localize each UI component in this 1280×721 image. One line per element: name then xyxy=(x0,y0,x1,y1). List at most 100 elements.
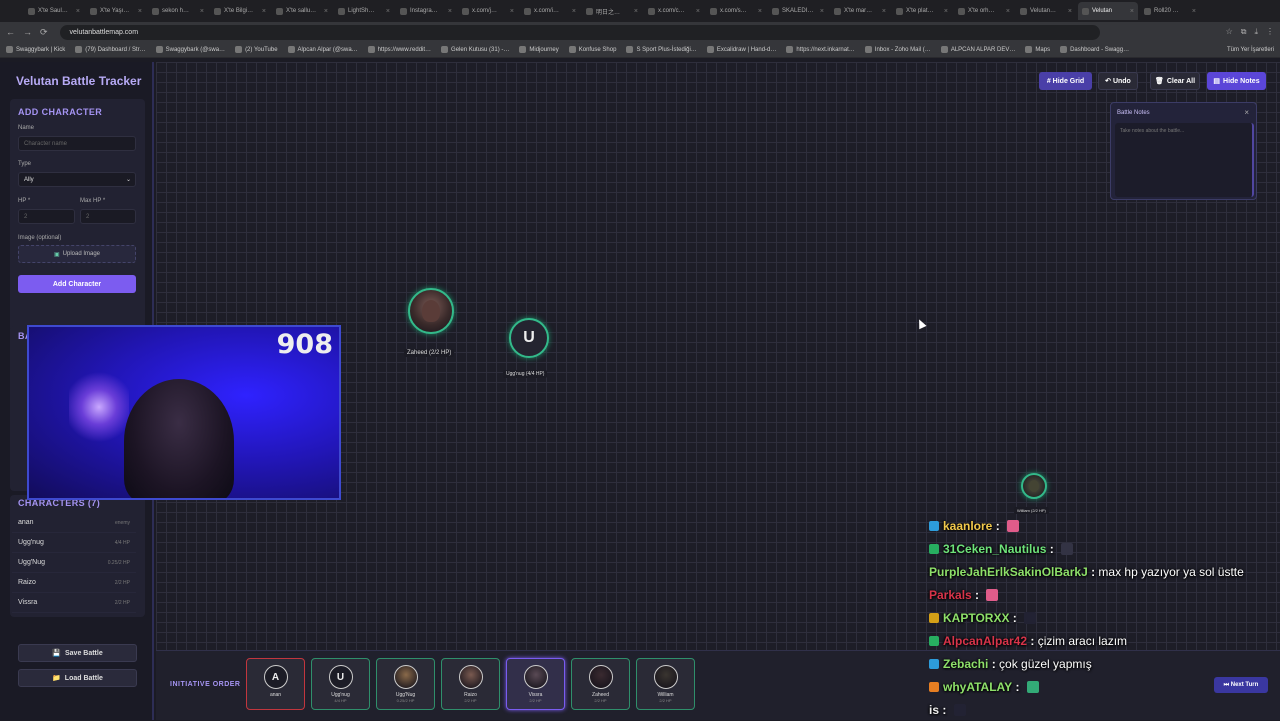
notes-textarea[interactable]: Take notes about the battle... xyxy=(1115,123,1254,197)
initiative-initial: A xyxy=(271,671,280,683)
character-hp: 2/2 HP xyxy=(114,579,130,586)
tab-title: Instagra… xyxy=(410,8,438,14)
token-uggnug[interactable]: U xyxy=(509,318,549,358)
bookmark-item[interactable]: (79) Dashboard / Str… xyxy=(75,46,146,53)
chat-username: AlpcanAlpar42 xyxy=(943,633,1028,648)
bookmark-item[interactable]: https://www.reddit… xyxy=(367,46,431,53)
back-icon[interactable]: ← xyxy=(6,27,15,37)
bookmark-item[interactable]: Maps xyxy=(1025,46,1050,53)
close-icon[interactable]: × xyxy=(634,8,638,15)
browser-tab[interactable]: x.com/c… × xyxy=(644,2,704,20)
close-icon[interactable]: × xyxy=(510,8,514,15)
close-icon[interactable]: × xyxy=(448,8,452,15)
initiative-card[interactable]: U Ugg'nug 4/4 HP xyxy=(311,658,370,710)
close-icon[interactable]: × xyxy=(696,8,700,15)
browser-tab[interactable]: X'te orh… × xyxy=(954,2,1014,20)
close-icon[interactable]: × xyxy=(758,8,762,15)
browser-tab[interactable]: Velutan… × xyxy=(1016,2,1076,20)
browser-tab[interactable]: X'te sallu… × xyxy=(272,2,332,20)
bookmark-item[interactable]: Gelen Kutusu (31) -… xyxy=(441,46,509,53)
browser-tab[interactable]: x.com/j… × xyxy=(458,2,518,20)
browser-tab[interactable]: SKALEDI… × xyxy=(768,2,828,20)
browser-tab[interactable]: 明日之… × xyxy=(582,2,642,20)
token-william[interactable] xyxy=(1021,473,1047,499)
tab-title: 明日之… xyxy=(596,9,621,16)
close-icon[interactable]: × xyxy=(1244,108,1249,117)
bookmark-item[interactable]: Swaggybark (@swa… xyxy=(155,46,225,53)
close-icon[interactable]: × xyxy=(820,8,824,15)
close-icon[interactable]: × xyxy=(76,8,80,15)
extensions-icon[interactable]: ⧉ xyxy=(1241,27,1247,37)
token-zaheed[interactable] xyxy=(408,288,454,334)
close-icon[interactable]: × xyxy=(200,8,204,15)
initiative-card[interactable]: Ugg'Nug 0.25/2 HP xyxy=(376,658,435,710)
character-list-item[interactable]: Ugg'nug 4/4 HP xyxy=(12,533,136,553)
type-select[interactable]: Ally ⌄ xyxy=(18,172,136,187)
upload-image-button[interactable]: ▣ Upload Image xyxy=(18,245,136,263)
close-icon[interactable]: × xyxy=(572,8,576,15)
browser-tab[interactable]: X'te Saul… × xyxy=(24,2,84,20)
browser-tab[interactable]: Velutan × xyxy=(1078,2,1138,20)
save-battle-button[interactable]: 💾 Save Battle xyxy=(18,644,137,662)
bookmark-star-icon[interactable]: ☆ xyxy=(1226,27,1233,37)
bookmark-item[interactable]: Konfuse Shop xyxy=(568,46,616,53)
initiative-card[interactable]: Aanan xyxy=(246,658,305,710)
undo-button[interactable]: ↶ Undo xyxy=(1098,72,1138,90)
browser-tab[interactable]: sekon h… × xyxy=(148,2,208,20)
character-list-item[interactable]: Raizo 2/2 HP xyxy=(12,573,136,593)
initiative-card[interactable]: Raizo 2/2 HP xyxy=(441,658,500,710)
bookmark-item[interactable]: Alpcan Alpar (@swa… xyxy=(287,46,358,53)
bookmark-item[interactable]: (2) YouTube xyxy=(235,46,278,53)
bookmark-item[interactable]: Midjourney xyxy=(519,46,559,53)
initiative-card[interactable]: Vissra 2/2 HP xyxy=(506,658,565,710)
bookmark-item[interactable]: Excalidraw | Hand-d… xyxy=(706,46,776,53)
browser-tab[interactable]: X'te plat… × xyxy=(892,2,952,20)
browser-tab[interactable]: Instagra… × xyxy=(396,2,456,20)
close-icon[interactable]: × xyxy=(138,8,142,15)
bookmark-item[interactable]: Dashboard - Swagg… xyxy=(1060,46,1129,53)
name-input[interactable]: Character name xyxy=(18,136,136,151)
bookmark-item[interactable]: Inbox - Zoho Mail (… xyxy=(864,46,931,53)
browser-tab[interactable]: Roll20 … × xyxy=(1140,2,1200,20)
tab-favicon-icon xyxy=(586,7,593,15)
all-bookmarks[interactable]: Tüm Yer İşaretleri xyxy=(1227,47,1274,53)
reload-icon[interactable]: ⟳ xyxy=(40,27,48,38)
hide-notes-button[interactable]: ▤ Hide Notes xyxy=(1207,72,1266,90)
url-field[interactable]: velutanbattlemap.com xyxy=(59,24,1100,40)
close-icon[interactable]: × xyxy=(1068,8,1072,15)
character-list-item[interactable]: Ugg'Nug 0.25/2 HP xyxy=(12,553,136,573)
browser-tab[interactable]: X'te Bilgi… × xyxy=(210,2,270,20)
menu-icon[interactable]: ⋮ xyxy=(1266,27,1274,37)
hp-input[interactable]: 2 xyxy=(18,209,75,224)
close-icon[interactable]: × xyxy=(1130,8,1134,15)
browser-tab[interactable]: X'te Yaşı… × xyxy=(86,2,146,20)
close-icon[interactable]: × xyxy=(882,8,886,15)
initiative-card[interactable]: Zaheed 2/2 HP xyxy=(571,658,630,710)
close-icon[interactable]: × xyxy=(1006,8,1010,15)
forward-icon[interactable]: → xyxy=(23,27,32,37)
bookmark-item[interactable]: S Sport Plus-İstediği… xyxy=(626,46,697,53)
close-icon[interactable]: × xyxy=(262,8,266,15)
close-icon[interactable]: × xyxy=(1192,8,1196,15)
close-icon[interactable]: × xyxy=(386,8,390,15)
bookmark-item[interactable]: ALPCAN ALPAR DEV… xyxy=(940,46,1015,53)
maxhp-input[interactable]: 2 xyxy=(80,209,136,224)
add-character-button[interactable]: Add Character xyxy=(18,275,136,293)
load-battle-button[interactable]: 📁 Load Battle xyxy=(18,669,137,687)
browser-tab[interactable]: LightSh… × xyxy=(334,2,394,20)
tab-title: Velutan… xyxy=(1030,8,1057,14)
browser-tab[interactable]: X'te mar… × xyxy=(830,2,890,20)
bookmark-item[interactable]: Swaggybark | Kick xyxy=(6,46,65,53)
type-label: Type xyxy=(18,161,32,167)
bookmark-item[interactable]: https://next.inkarnat… xyxy=(786,46,855,53)
initiative-card[interactable]: William 2/2 HP xyxy=(636,658,695,710)
close-icon[interactable]: × xyxy=(944,8,948,15)
browser-tab[interactable]: x.com/s… × xyxy=(706,2,766,20)
browser-tab[interactable]: x.com/i… × xyxy=(520,2,580,20)
close-icon[interactable]: × xyxy=(324,8,328,15)
clear-all-button[interactable]: 🗑 Clear All xyxy=(1150,72,1200,90)
character-list-item[interactable]: Vissra 2/2 HP xyxy=(12,593,136,613)
download-icon[interactable]: ⤓ xyxy=(1254,27,1258,37)
character-list-item[interactable]: anan enemy xyxy=(12,513,136,533)
hide-grid-button[interactable]: # Hide Grid xyxy=(1039,72,1092,90)
